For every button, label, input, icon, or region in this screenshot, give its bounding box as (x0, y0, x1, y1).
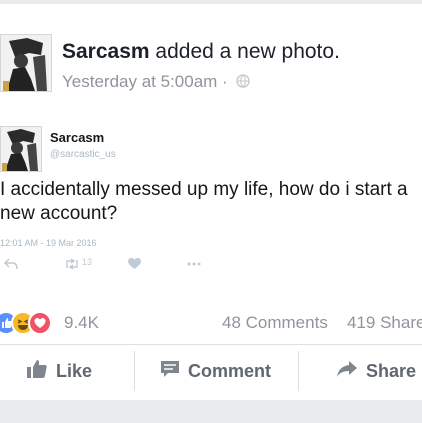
more-icon (186, 258, 202, 273)
like-label: Like (56, 360, 93, 381)
share-label: Share (366, 360, 417, 381)
retweet-count: 13 (82, 257, 93, 267)
post-meta: Yesterday at 5:00am · (62, 72, 251, 93)
shares-count[interactable]: 419 Shares (347, 313, 422, 333)
post-timestamp[interactable]: Yesterday at 5:00am · (62, 72, 228, 91)
comment-icon (160, 360, 180, 383)
tweet-date: 12:01 AM - 19 Mar 2016 (0, 238, 97, 248)
tweet-actions: 13 (0, 257, 220, 278)
heart-icon (128, 258, 141, 273)
post-action-text: added a new photo. (155, 40, 340, 63)
tweet-image[interactable]: Sarcasm @sarcastic_us I accidentally mes… (0, 122, 422, 282)
reactions-bar: 9.4K 48 Comments 419 Shares (0, 308, 422, 338)
post-title-line: Sarcasm added a new photo. (62, 40, 340, 64)
share-arrow-icon (336, 360, 358, 383)
tweet-avatar (0, 126, 42, 172)
top-divider (0, 0, 422, 4)
separator (298, 351, 299, 391)
tweet-author-name: Sarcasm (50, 130, 105, 145)
share-button[interactable]: Share (336, 345, 416, 397)
reaction-count[interactable]: 9.4K (64, 313, 99, 333)
reaction-icons[interactable] (0, 311, 64, 335)
globe-icon (236, 73, 251, 93)
like-button[interactable]: Like (26, 345, 92, 397)
thumbs-up-icon (26, 359, 48, 384)
separator (134, 351, 135, 391)
comment-label: Comment (188, 360, 272, 381)
post-action-row: Like Comment Share (0, 345, 422, 397)
comment-button[interactable]: Comment (160, 345, 271, 397)
retweet-icon (64, 258, 80, 273)
feed-background (0, 400, 422, 423)
tweet-text: I accidentally messed up my life, how do… (0, 179, 408, 224)
post-header: Sarcasm added a new photo. Yesterday at … (0, 30, 422, 100)
page-avatar[interactable] (0, 34, 52, 92)
love-reaction-icon (28, 311, 52, 335)
tweet-handle: @sarcastic_us (50, 149, 116, 160)
comments-count[interactable]: 48 Comments (222, 313, 328, 333)
reply-icon (3, 258, 18, 273)
author-name[interactable]: Sarcasm (62, 40, 150, 63)
